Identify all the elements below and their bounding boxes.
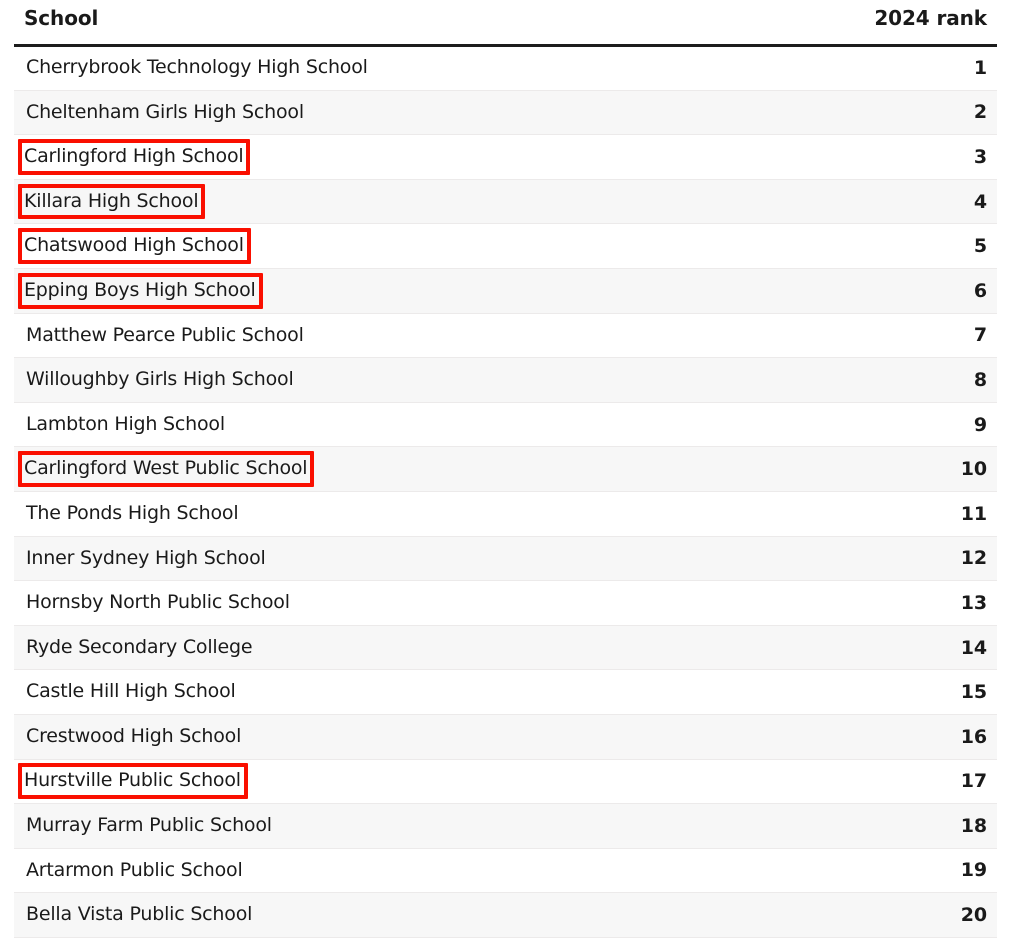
school-name-label: Willoughby Girls High School bbox=[26, 368, 294, 391]
table-body: Cherrybrook Technology High School 1 Chelt… bbox=[14, 45, 997, 938]
table-row[interactable]: Matthew Pearce Public School 7 bbox=[14, 313, 997, 359]
school-name-label: Inner Sydney High School bbox=[26, 546, 266, 569]
school-name-cell: Carlingford West Public School bbox=[14, 446, 714, 492]
rank-value-cell: 17 bbox=[714, 759, 997, 805]
table-row[interactable]: Lambton High School 9 bbox=[14, 402, 997, 448]
rank-value-cell: 18 bbox=[714, 803, 997, 849]
table-row[interactable]: Hurstville Public School 17 bbox=[14, 759, 997, 805]
school-name-cell: Inner Sydney High School bbox=[14, 536, 714, 582]
rank-value-cell: 13 bbox=[714, 580, 997, 626]
school-name-cell: Willoughby Girls High School bbox=[14, 357, 714, 403]
school-name-cell: Hurstville Public School bbox=[14, 759, 714, 805]
table-header: School 2024 rank bbox=[14, 0, 997, 47]
rank-value-cell: 9 bbox=[714, 402, 997, 448]
table-row[interactable]: Willoughby Girls High School 8 bbox=[14, 357, 997, 403]
table-row[interactable]: Chatswood High School 5 bbox=[14, 223, 997, 269]
school-name-label: Murray Farm Public School bbox=[26, 814, 272, 837]
rank-value-cell: 2 bbox=[714, 90, 997, 136]
rank-value-cell: 7 bbox=[714, 313, 997, 359]
rank-value-cell: 12 bbox=[714, 536, 997, 582]
table-row[interactable]: Carlingford High School 3 bbox=[14, 134, 997, 180]
school-name-highlight-box: Hurstville Public School bbox=[18, 763, 248, 800]
school-name-label: Cheltenham Girls High School bbox=[26, 100, 304, 123]
school-name-label: Lambton High School bbox=[26, 412, 225, 435]
school-name-label: Cherrybrook Technology High School bbox=[26, 56, 368, 79]
rank-value-cell: 3 bbox=[714, 134, 997, 180]
rank-value-cell: 4 bbox=[714, 179, 997, 225]
rank-value-cell: 19 bbox=[714, 848, 997, 894]
rank-value-cell: 10 bbox=[714, 446, 997, 492]
school-name-cell: Crestwood High School bbox=[14, 714, 714, 760]
school-name-cell: Matthew Pearce Public School bbox=[14, 313, 714, 359]
school-name-cell: Hornsby North Public School bbox=[14, 580, 714, 626]
school-name-cell: Chatswood High School bbox=[14, 223, 714, 269]
school-name-label: Artarmon Public School bbox=[26, 858, 243, 881]
column-header-school[interactable]: School bbox=[14, 0, 714, 47]
table-row[interactable]: Cheltenham Girls High School 2 bbox=[14, 90, 997, 136]
school-name-label: Hornsby North Public School bbox=[26, 591, 290, 614]
school-name-cell: Artarmon Public School bbox=[14, 848, 714, 894]
table-row[interactable]: Killara High School 4 bbox=[14, 179, 997, 225]
school-name-label: Crestwood High School bbox=[26, 724, 242, 747]
table-row[interactable]: Inner Sydney High School 12 bbox=[14, 536, 997, 582]
table-row[interactable]: Cherrybrook Technology High School 1 bbox=[14, 45, 997, 91]
table-header-row: School 2024 rank bbox=[14, 0, 997, 47]
school-name-cell: The Ponds High School bbox=[14, 491, 714, 537]
school-name-cell: Lambton High School bbox=[14, 402, 714, 448]
table-row[interactable]: Castle Hill High School 15 bbox=[14, 669, 997, 715]
school-name-highlight-box: Epping Boys High School bbox=[18, 272, 263, 309]
school-name-highlight-box: Carlingford High School bbox=[18, 139, 251, 175]
school-name-label: Matthew Pearce Public School bbox=[26, 323, 304, 346]
column-header-rank[interactable]: 2024 rank bbox=[714, 0, 997, 47]
table-row[interactable]: The Ponds High School 11 bbox=[14, 491, 997, 537]
rank-value-cell: 11 bbox=[714, 491, 997, 537]
school-ranking-table: School 2024 rank Cherrybrook Technology … bbox=[14, 0, 997, 938]
school-name-highlight-box: Carlingford West Public School bbox=[18, 451, 315, 487]
rank-value-cell: 15 bbox=[714, 669, 997, 715]
rank-value-cell: 1 bbox=[714, 45, 997, 91]
school-name-label: The Ponds High School bbox=[26, 501, 239, 524]
school-name-cell: Castle Hill High School bbox=[14, 669, 714, 715]
table-row[interactable]: Bella Vista Public School 20 bbox=[14, 892, 997, 938]
school-ranking-page: School 2024 rank Cherrybrook Technology … bbox=[0, 0, 1024, 947]
school-name-highlight-box: Killara High School bbox=[18, 183, 206, 220]
table-row[interactable]: Murray Farm Public School 18 bbox=[14, 803, 997, 849]
table-row[interactable]: Artarmon Public School 19 bbox=[14, 848, 997, 894]
table-row[interactable]: Hornsby North Public School 13 bbox=[14, 580, 997, 626]
school-name-highlight-box: Chatswood High School bbox=[18, 228, 251, 264]
school-name-cell: Cherrybrook Technology High School bbox=[14, 45, 714, 91]
rank-value-cell: 16 bbox=[714, 714, 997, 760]
school-name-cell: Carlingford High School bbox=[14, 134, 714, 180]
table-row[interactable]: Crestwood High School 16 bbox=[14, 714, 997, 760]
rank-value-cell: 8 bbox=[714, 357, 997, 403]
rank-value-cell: 20 bbox=[714, 892, 997, 938]
school-name-cell: Ryde Secondary College bbox=[14, 625, 714, 671]
school-name-label: Castle Hill High School bbox=[26, 680, 236, 703]
rank-value-cell: 14 bbox=[714, 625, 997, 671]
school-name-cell: Bella Vista Public School bbox=[14, 892, 714, 938]
school-name-cell: Epping Boys High School bbox=[14, 268, 714, 314]
rank-value-cell: 5 bbox=[714, 223, 997, 269]
school-name-cell: Killara High School bbox=[14, 179, 714, 225]
table-row[interactable]: Epping Boys High School 6 bbox=[14, 268, 997, 314]
school-name-cell: Cheltenham Girls High School bbox=[14, 90, 714, 136]
school-name-label: Ryde Secondary College bbox=[26, 635, 253, 658]
school-name-label: Bella Vista Public School bbox=[26, 903, 253, 926]
table-row[interactable]: Carlingford West Public School 10 bbox=[14, 446, 997, 492]
rank-value-cell: 6 bbox=[714, 268, 997, 314]
school-name-cell: Murray Farm Public School bbox=[14, 803, 714, 849]
table-row[interactable]: Ryde Secondary College 14 bbox=[14, 625, 997, 671]
